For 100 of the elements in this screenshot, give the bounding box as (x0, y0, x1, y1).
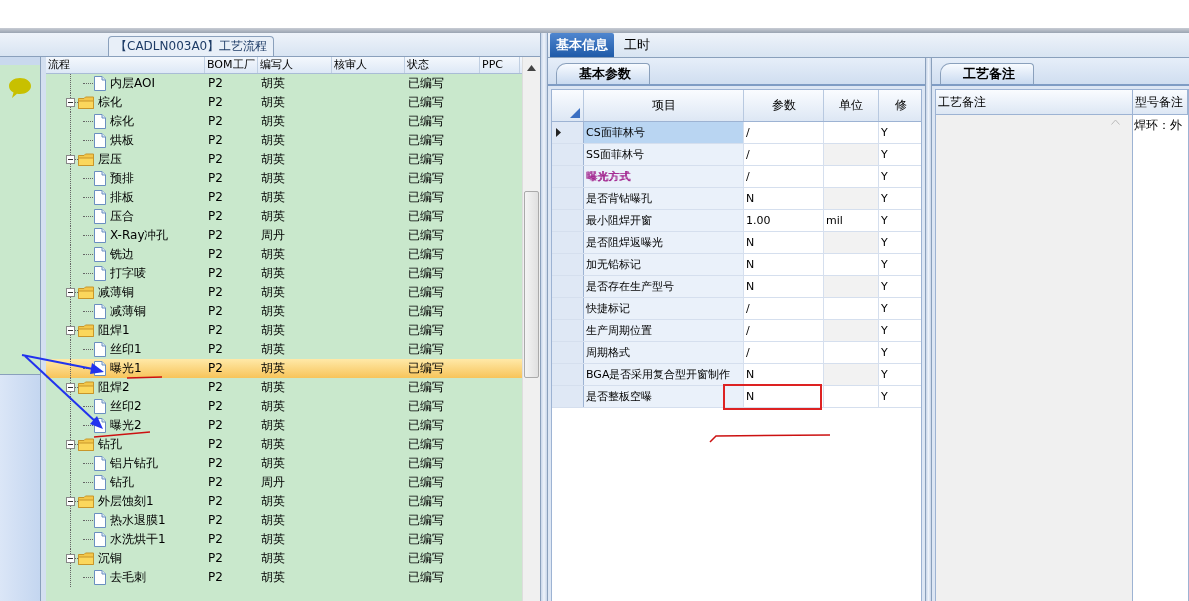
step-name: 阻焊2 (98, 379, 130, 396)
parameter-value[interactable]: / (744, 320, 824, 341)
parameter-row[interactable]: SS面菲林号 / Y (552, 144, 921, 166)
collapse-icon[interactable] (66, 440, 75, 449)
tree-row[interactable]: 棕化 P2 胡英 已编写 (46, 112, 522, 131)
tree-row[interactable]: 棕化 P2 胡英 已编写 (46, 93, 522, 112)
step-name: 水洗烘干1 (110, 531, 166, 548)
tree-row[interactable]: 减薄铜 P2 胡英 已编写 (46, 283, 522, 302)
column-header[interactable]: 参数 (744, 90, 824, 121)
collapse-icon[interactable] (66, 288, 75, 297)
parameter-value[interactable]: N (744, 364, 824, 385)
table-cell-text: 已编写 (407, 246, 445, 263)
tree-row[interactable]: 预排 P2 胡英 已编写 (46, 169, 522, 188)
column-header[interactable]: 编写人 (258, 57, 332, 73)
tree-row[interactable]: 压合 P2 胡英 已编写 (46, 207, 522, 226)
table-cell-text: 已编写 (407, 189, 445, 206)
parameter-value[interactable]: / (744, 298, 824, 319)
folder-icon (78, 286, 94, 299)
tree-row[interactable]: 热水退膜1 P2 胡英 已编写 (46, 511, 522, 530)
parameter-row[interactable]: 周期格式 / Y (552, 342, 921, 364)
parameter-row[interactable]: BGA是否采用复合型开窗制作 N Y (552, 364, 921, 386)
parameter-value[interactable]: / (744, 122, 824, 143)
table-cell-text: 已编写 (407, 170, 445, 187)
table-cell-text: 胡英 (260, 341, 286, 358)
collapse-icon[interactable] (66, 383, 75, 392)
tree-row[interactable]: 层压 P2 胡英 已编写 (46, 150, 522, 169)
tree-row[interactable]: 阻焊1 P2 胡英 已编写 (46, 321, 522, 340)
column-header[interactable]: 单位 (824, 90, 879, 121)
parameter-row[interactable]: 是否整板空曝 N Y (552, 386, 921, 408)
parameter-value[interactable]: N (744, 188, 824, 209)
table-cell-text: 胡英 (260, 189, 286, 206)
tree-row[interactable]: 内层AOI P2 胡英 已编写 (46, 74, 522, 93)
tree-row[interactable]: 打字唛 P2 胡英 已编写 (46, 264, 522, 283)
parameter-value[interactable]: / (744, 342, 824, 363)
tree-row[interactable]: 曝光1 P2 胡英 已编写 (46, 359, 522, 378)
scroll-up-icon[interactable] (527, 65, 536, 71)
tree-row[interactable]: 阻焊2 P2 胡英 已编写 (46, 378, 522, 397)
parameter-row[interactable]: 最小阻焊开窗 1.00 mil Y (552, 210, 921, 232)
tree-row[interactable]: X-Ray冲孔 P2 周丹 已编写 (46, 226, 522, 245)
parameter-row[interactable]: CS面菲林号 / Y (552, 122, 921, 144)
panel-tab[interactable]: 基本参数 (556, 63, 650, 84)
scrollbar-thumb[interactable] (524, 191, 539, 378)
tree-row[interactable]: 钻孔 P2 胡英 已编写 (46, 435, 522, 454)
parameter-value[interactable]: N (744, 276, 824, 297)
parameter-row[interactable]: 曝光方式 / Y (552, 166, 921, 188)
parameter-row[interactable]: 生产周期位置 / Y (552, 320, 921, 342)
parameter-row[interactable]: 快捷标记 / Y (552, 298, 921, 320)
tree-row[interactable]: 沉铜 P2 胡英 已编写 (46, 549, 522, 568)
table-cell-text: 已编写 (407, 303, 445, 320)
modified-flag: Y (879, 364, 921, 385)
tree-row[interactable]: 丝印2 P2 胡英 已编写 (46, 397, 522, 416)
parameter-value[interactable]: / (744, 166, 824, 187)
table-cell-text: 周丹 (260, 474, 286, 491)
parameter-value[interactable]: / (744, 144, 824, 165)
column-header[interactable]: 状态 (405, 57, 480, 73)
table-cell-text: 胡英 (260, 151, 286, 168)
step-name: 排板 (110, 189, 134, 206)
panel-tab[interactable]: 工艺备注 (940, 63, 1034, 84)
tab[interactable]: 基本信息 (550, 33, 614, 57)
tree-row[interactable]: 曝光2 P2 胡英 已编写 (46, 416, 522, 435)
tree-row[interactable]: 排板 P2 胡英 已编写 (46, 188, 522, 207)
table-cell-text: 已编写 (407, 360, 445, 377)
tree-row[interactable]: 减薄铜 P2 胡英 已编写 (46, 302, 522, 321)
table-cell-text: 胡英 (260, 436, 286, 453)
table-cell-text: P2 (207, 246, 224, 263)
collapse-icon[interactable] (66, 326, 75, 335)
tab[interactable]: 工时 (618, 33, 656, 57)
parameter-value[interactable]: N (744, 254, 824, 275)
tree-row[interactable]: 去毛刺 P2 胡英 已编写 (46, 568, 522, 587)
tree-row[interactable]: 铝片钻孔 P2 胡英 已编写 (46, 454, 522, 473)
tree-row[interactable]: 水洗烘干1 P2 胡英 已编写 (46, 530, 522, 549)
tree-row[interactable]: 钻孔 P2 周丹 已编写 (46, 473, 522, 492)
collapse-icon[interactable] (66, 155, 75, 164)
column-header[interactable]: 项目 (584, 90, 744, 121)
column-header[interactable]: BOM工厂 (205, 57, 258, 73)
parameter-value[interactable]: 1.00 (744, 210, 824, 231)
collapse-icon[interactable] (66, 497, 75, 506)
column-header[interactable]: PPC (480, 57, 520, 73)
document-icon (94, 304, 106, 319)
table-cell-text: P2 (207, 113, 224, 130)
column-header[interactable]: 核审人 (332, 57, 405, 73)
column-header[interactable]: 修 (879, 90, 921, 121)
step-name: 丝印2 (110, 398, 142, 415)
table-cell-text: 已编写 (407, 341, 445, 358)
table-cell-text: 已编写 (407, 379, 445, 396)
tree-row[interactable]: 外层蚀刻1 P2 胡英 已编写 (46, 492, 522, 511)
parameter-row[interactable]: 加无铅标记 N Y (552, 254, 921, 276)
parameter-row[interactable]: 是否背钻曝孔 N Y (552, 188, 921, 210)
parameter-row[interactable]: 是否存在生产型号 N Y (552, 276, 921, 298)
table-cell-text: 已编写 (407, 113, 445, 130)
tree-row[interactable]: 丝印1 P2 胡英 已编写 (46, 340, 522, 359)
parameter-row[interactable]: 是否阻焊返曝光 N Y (552, 232, 921, 254)
tree-row[interactable]: 铣边 P2 胡英 已编写 (46, 245, 522, 264)
collapse-icon[interactable] (66, 554, 75, 563)
parameter-value[interactable]: N (744, 386, 824, 407)
parameter-value[interactable]: N (744, 232, 824, 253)
corner-icon (570, 108, 580, 118)
tree-row[interactable]: 烘板 P2 胡英 已编写 (46, 131, 522, 150)
column-header[interactable]: 流程 (46, 57, 205, 73)
collapse-icon[interactable] (66, 98, 75, 107)
